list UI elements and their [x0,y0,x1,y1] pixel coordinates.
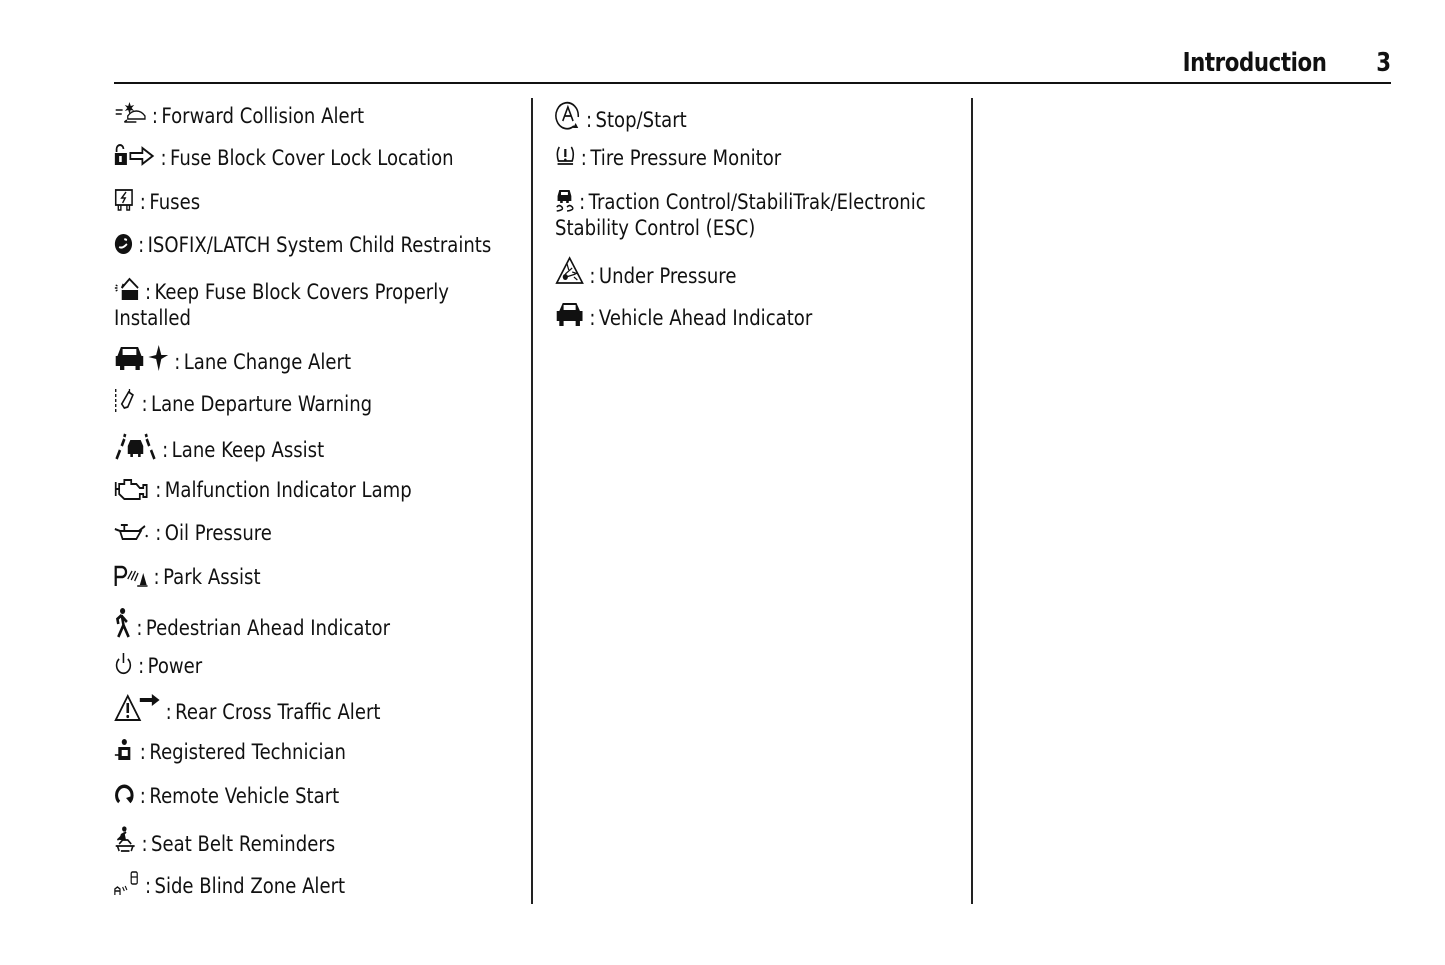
registered-technician-icon [114,738,135,762]
list-item: : Forward Collision Alert [114,100,364,129]
list-item: : Fuse Block Cover Lock Location [114,144,454,171]
entry-label: Lane Keep Assist [171,438,325,462]
keep-fuse-covers-installed-icon [114,276,140,302]
list-item: : Fuses [114,188,200,215]
entry-label: Rear Cross Traffic Alert [175,700,381,724]
list-item: : Side Blind Zone Alert [114,870,345,899]
side-blind-zone-alert-icon [114,870,140,896]
list-item: : Lane Change Alert [114,344,351,375]
entry-label: Fuses [149,190,201,214]
list-item: : Lane Keep Assist [114,432,324,463]
fuse-block-cover-lock-icon [114,144,155,168]
entry-label: Registered Technician [149,740,346,764]
list-item: : Stop/Start [555,100,687,133]
isofix-latch-icon [114,233,133,255]
stop-start-icon [555,100,581,130]
entry-label: Vehicle Ahead Indicator [598,306,813,330]
list-item: : Under Pressure [555,256,736,289]
entry-label: Fuse Block Cover Lock Location [169,146,454,170]
under-pressure-icon [555,256,584,286]
entry-label: Lane Departure Warning [151,392,373,416]
entry-label: Tire Pressure Monitor [590,146,782,170]
fuses-icon [114,188,135,212]
list-item: : Park Assist [114,564,261,590]
rear-cross-traffic-alert-icon [114,694,160,722]
list-item: : ISOFIX/LATCH System Child Restraints [114,232,491,258]
entry-label: Seat Belt Reminders [151,832,336,856]
section-title: Introduction [1183,48,1327,78]
list-item: : Pedestrian Ahead Indicator [114,608,390,641]
malfunction-indicator-lamp-icon [114,476,150,500]
entry-label: Park Assist [163,565,261,589]
list-item: : Vehicle Ahead Indicator [555,300,812,331]
entry-label: Keep Fuse Block Covers Properly Installe… [114,280,449,330]
list-item: : Remote Vehicle Start [114,782,339,809]
power-icon [114,652,133,676]
column-divider [971,98,973,904]
column-divider [531,98,533,904]
entry-label: Stop/Start [595,108,687,132]
entry-label: Oil Pressure [164,521,272,545]
lane-departure-warning-icon [114,388,136,414]
entry-label: Side Blind Zone Alert [154,874,346,898]
forward-collision-alert-icon [114,100,147,126]
park-assist-icon [114,565,148,587]
list-item: : Power [114,652,202,679]
list-item: : Registered Technician [114,738,346,765]
entry-label: Forward Collision Alert [161,104,365,128]
page-number: 3 [1376,48,1391,78]
entry-label: Traction Control/StabiliTrak/Electronic … [555,190,926,240]
list-item: : Lane Departure Warning [114,388,372,417]
oil-pressure-icon [114,521,150,543]
pedestrian-ahead-icon [114,608,131,638]
list-item: : Traction Control/StabiliTrak/Electronic… [555,188,926,240]
lane-keep-assist-icon [114,432,157,460]
entry-label: Power [147,654,203,678]
traction-control-icon [555,188,574,212]
list-item: : Malfunction Indicator Lamp [114,476,412,503]
entry-label: Under Pressure [598,264,737,288]
entry-label: Pedestrian Ahead Indicator [145,616,391,640]
list-item: : Rear Cross Traffic Alert [114,694,380,725]
entry-label: Lane Change Alert [183,350,352,374]
seat-belt-reminder-icon [114,826,136,854]
list-item: : Oil Pressure [114,520,272,546]
entry-label: Remote Vehicle Start [149,784,340,808]
list-item: : Keep Fuse Block Covers Properly Install… [114,276,505,331]
page-header: Introduction 3 [114,44,1391,84]
vehicle-ahead-icon [555,300,584,328]
remote-vehicle-start-icon [114,782,135,806]
list-item: : Tire Pressure Monitor [555,144,781,171]
entry-label: Malfunction Indicator Lamp [164,478,412,502]
entry-label: ISOFIX/LATCH System Child Restraints [147,233,492,257]
list-item: : Seat Belt Reminders [114,826,335,857]
lane-change-alert-icon [114,344,169,372]
tire-pressure-monitor-icon [555,144,576,168]
